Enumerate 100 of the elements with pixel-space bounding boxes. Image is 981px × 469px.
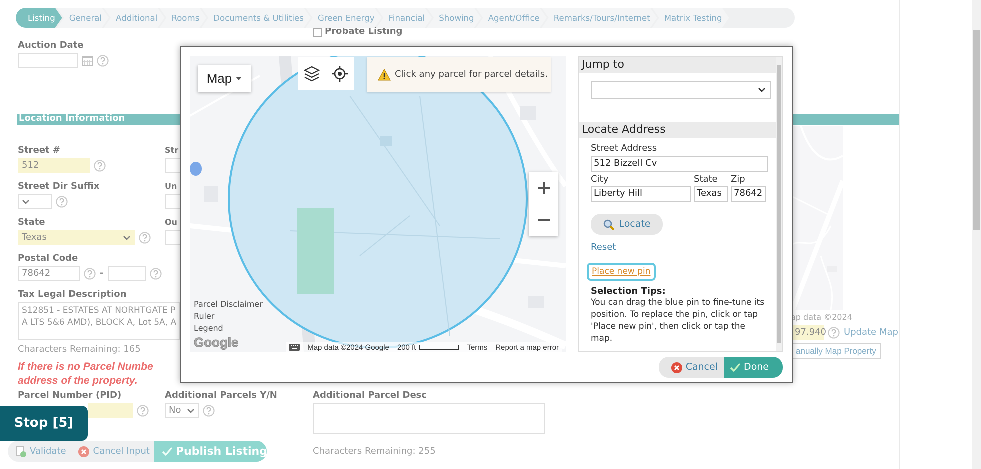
map-link[interactable]: Ruler — [194, 311, 215, 322]
tab[interactable]: Green Energy — [306, 8, 382, 28]
checkbox-label: Probate Listing — [325, 26, 403, 38]
tab[interactable]: General — [57, 8, 110, 28]
tab[interactable]: Remarks/Tours/Internet — [542, 8, 658, 28]
warning-text: If there is no Parcel Numbe — [18, 360, 154, 374]
tab[interactable]: Matrix Testing — [652, 8, 730, 28]
text-area[interactable] — [313, 403, 545, 434]
input-field[interactable]: Texas — [694, 186, 728, 202]
help-icon[interactable] — [94, 160, 106, 172]
target-icon[interactable] — [332, 66, 348, 82]
tab[interactable]: Documents & Utilities — [202, 8, 311, 28]
reset-link[interactable]: Reset — [591, 243, 616, 253]
update-map-link[interactable]: Update Map — [844, 328, 898, 338]
scrollbar[interactable] — [776, 57, 782, 351]
input-field[interactable] — [18, 53, 78, 68]
clipboard-icon — [16, 446, 27, 458]
zoom-in-button[interactable] — [529, 172, 558, 204]
cancel-button[interactable]: Cancel — [658, 357, 724, 378]
checkbox[interactable] — [313, 28, 322, 36]
done-button[interactable]: Done — [724, 357, 783, 378]
field-label: Postal Code — [18, 253, 78, 265]
tab[interactable]: Listing — [16, 8, 62, 28]
map-link[interactable]: Parcel Disclaimer — [194, 299, 263, 310]
help-icon[interactable] — [828, 326, 840, 338]
layers-icon[interactable] — [304, 66, 320, 82]
help-icon[interactable] — [137, 404, 149, 416]
stop-button[interactable]: Stop [5] — [0, 406, 88, 441]
help-icon[interactable] — [56, 196, 68, 208]
separator-text: - — [100, 268, 104, 278]
tab[interactable]: Showing — [427, 8, 482, 28]
check-icon — [162, 447, 173, 456]
map-link[interactable]: Legend — [194, 323, 224, 334]
cancel-input-button[interactable]: Cancel Input — [70, 441, 154, 462]
publish-listing-button[interactable]: Publish Listing — [154, 441, 267, 462]
field-label: Additional Parcels Y/N — [165, 390, 278, 402]
character-count: Characters Remaining: 255 — [313, 447, 436, 457]
field-label: Parcel Number (PID) — [18, 390, 122, 402]
input-field[interactable]: 512 Bizzell Cv — [591, 156, 768, 172]
calendar-icon[interactable] — [82, 56, 93, 66]
text-area[interactable]: S12851 - ESTATES AT NORHTGATE P A LTS 5&6 AMD), BLOCK A, Lot 5A, A — [18, 302, 180, 340]
panel-header: Jump to — [579, 57, 776, 73]
map-logo: Google — [194, 336, 239, 350]
character-count: Characters Remaining: 165 — [18, 345, 141, 355]
panel-header: Locate Address — [579, 122, 776, 138]
warning-text: address of the property. — [18, 374, 139, 388]
help-icon[interactable] — [203, 404, 215, 416]
plus-icon — [538, 182, 550, 194]
input-field[interactable] — [108, 266, 146, 281]
warning-icon — [378, 68, 391, 80]
field-label: Street Address — [591, 144, 658, 155]
field-label: Ou — [165, 217, 178, 229]
help-icon[interactable] — [97, 54, 109, 66]
dropdown[interactable]: Texas — [18, 230, 135, 245]
tab[interactable]: Additional — [104, 8, 165, 28]
caret-icon — [187, 408, 195, 414]
map-type-button[interactable]: Map — [198, 65, 251, 92]
scale-bar-icon — [419, 344, 460, 350]
check-icon — [730, 363, 741, 372]
field-label: Street # — [18, 145, 60, 157]
help-icon[interactable] — [150, 268, 162, 280]
tips-title: Selection Tips: — [591, 287, 667, 297]
field-label: State — [18, 217, 46, 229]
dropdown[interactable]: No — [165, 403, 199, 418]
notice-text: Click any parcel for parcel details. — [395, 70, 548, 80]
tips-text: You can drag the blue pin to fine-tune its position. To replace the pin, click or tap 'Place new pin', then click or tap the map. — [591, 297, 766, 345]
field-label: Str — [165, 145, 179, 157]
place-pin-link[interactable]: Place new pin — [587, 263, 656, 281]
field-label: Street Dir Suffix — [18, 181, 100, 193]
tab[interactable]: Rooms — [160, 8, 207, 28]
tab[interactable]: Agent/Office — [476, 8, 547, 28]
scrollbar[interactable] — [972, 0, 981, 469]
field-label: Additional Parcel Desc — [313, 390, 427, 402]
close-icon — [78, 446, 90, 458]
field-label: Un — [165, 181, 178, 193]
search-icon — [603, 218, 616, 230]
keyboard-icon[interactable] — [288, 344, 300, 350]
input-field[interactable]: 78642 — [731, 186, 766, 202]
help-icon[interactable] — [84, 268, 96, 280]
validate-button[interactable]: Validate — [8, 441, 70, 462]
close-icon — [670, 362, 683, 374]
caret-icon — [22, 198, 30, 204]
input-field[interactable]: Liberty Hill — [591, 186, 691, 202]
caret-icon — [236, 76, 242, 80]
caret-icon — [123, 234, 131, 240]
field-label: Tax Legal Description — [18, 289, 127, 301]
locate-button[interactable]: Locate — [591, 214, 663, 235]
zoom-out-button[interactable] — [529, 204, 558, 236]
tab[interactable]: Financial — [376, 8, 432, 28]
field-label: Zip — [731, 175, 746, 186]
minus-icon — [538, 219, 550, 221]
help-icon[interactable] — [139, 232, 151, 244]
field-label: City — [591, 175, 609, 186]
input-field[interactable]: 78642 — [18, 266, 80, 281]
field-label: Auction Date — [18, 40, 84, 52]
dropdown[interactable] — [591, 81, 771, 99]
dropdown[interactable] — [18, 194, 52, 209]
caret-icon — [758, 87, 766, 93]
map-property-button[interactable]: anually Map Property — [791, 343, 882, 359]
input-field[interactable]: 512 — [18, 158, 90, 173]
